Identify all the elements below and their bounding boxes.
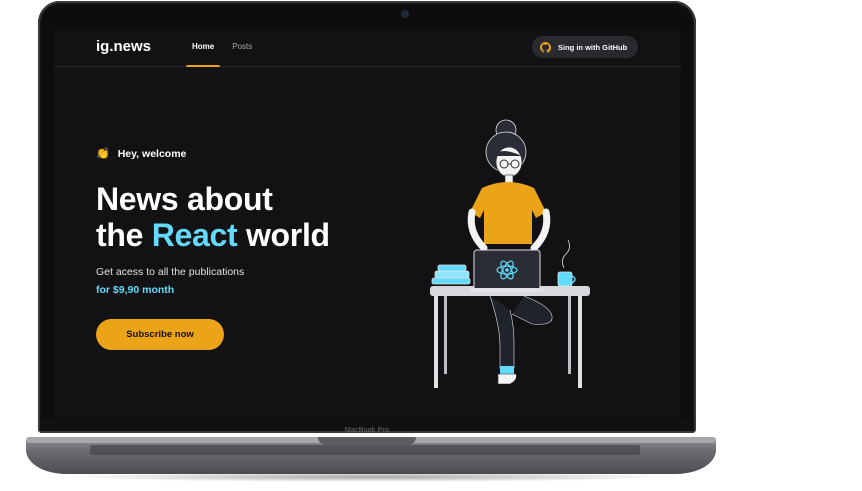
signin-github-button[interactable]: Sing in with GitHub bbox=[532, 36, 638, 58]
headline-the: the bbox=[96, 217, 144, 253]
laptop-shadow bbox=[60, 472, 680, 482]
app-screen: ig.news Home Posts Sing in with GitHub 👏… bbox=[54, 28, 681, 419]
github-icon bbox=[540, 41, 551, 53]
keyboard-area bbox=[90, 445, 640, 455]
headline-accent: React bbox=[151, 217, 238, 253]
main-nav: Home Posts bbox=[185, 28, 268, 67]
welcome-text: Hey, welcome bbox=[117, 147, 187, 160]
laptop-notch bbox=[318, 437, 416, 445]
nav-link-home[interactable]: Home bbox=[185, 28, 221, 67]
hero-headline: News about the React world bbox=[96, 181, 330, 253]
clapping-hands-icon: 👏 bbox=[96, 148, 110, 160]
headline-line-1: News about bbox=[96, 181, 273, 217]
subscribe-button[interactable]: Subscribe now bbox=[96, 319, 224, 350]
headline-line-2: the React world bbox=[96, 217, 330, 253]
webcam bbox=[402, 11, 408, 17]
hero-price: for $9,90 month bbox=[96, 284, 175, 296]
hero-subtitle: Get acess to all the publications bbox=[96, 266, 245, 278]
nav-link-posts[interactable]: Posts bbox=[230, 28, 254, 66]
signin-label: Sing in with GitHub bbox=[558, 42, 628, 52]
headline-world: world bbox=[245, 217, 330, 253]
site-header: ig.news Home Posts Sing in with GitHub bbox=[54, 28, 681, 67]
site-logo[interactable]: ig.news bbox=[96, 38, 151, 55]
hero-illustration bbox=[430, 119, 590, 388]
welcome-line: 👏 Hey, welcome bbox=[96, 147, 187, 161]
